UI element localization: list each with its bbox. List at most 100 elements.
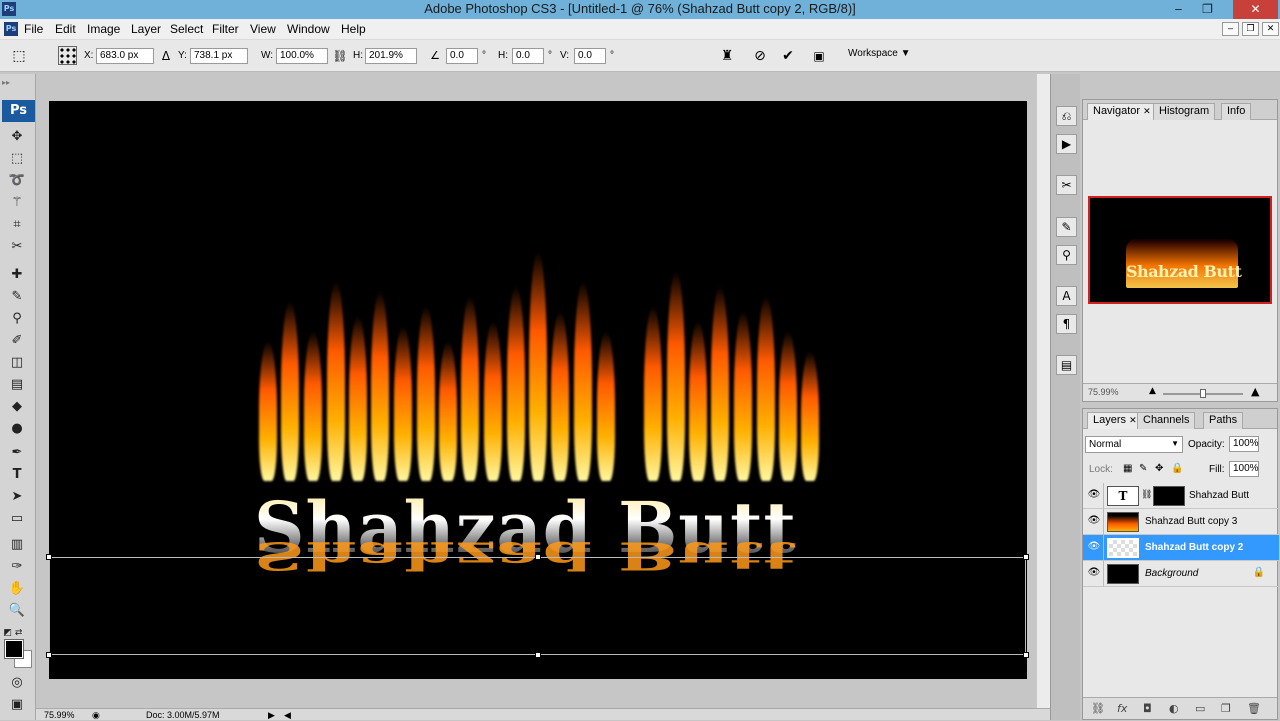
tab-info[interactable]: Info — [1221, 103, 1252, 120]
ps-logo[interactable]: Ps — [2, 100, 35, 122]
menu-file[interactable]: File — [24, 22, 43, 36]
close-icon[interactable]: ✕ — [1143, 106, 1151, 116]
link-layers-icon[interactable]: ⛓ — [1091, 702, 1105, 715]
zoom-tool-icon[interactable]: 🔍 — [6, 601, 28, 621]
new-layer-icon[interactable]: ❐ — [1221, 702, 1231, 715]
close-button[interactable]: ✕ — [1233, 0, 1278, 19]
maximize-button[interactable]: ❐ — [1194, 0, 1221, 19]
navigator-zoom-slider[interactable] — [1163, 389, 1243, 398]
menu-layer[interactable]: Layer — [131, 22, 161, 36]
menu-window[interactable]: Window — [287, 22, 330, 36]
foreground-color-swatch[interactable] — [4, 639, 24, 659]
eraser-tool-icon[interactable]: ◫ — [6, 353, 28, 373]
close-icon[interactable]: ✕ — [1129, 415, 1137, 425]
status-menu-arrow-icon[interactable]: ▶ — [268, 710, 275, 721]
transform-tool-icon[interactable]: ⬚ — [10, 47, 28, 65]
lock-all-icon[interactable]: 🔒 — [1171, 463, 1183, 474]
screen-mode-icon[interactable]: ▣ — [6, 695, 28, 715]
hand-tool-icon[interactable]: ✋ — [6, 579, 28, 599]
transform-handle[interactable] — [535, 554, 541, 560]
character-panel-icon[interactable]: A — [1056, 286, 1077, 306]
layer-comps-icon[interactable]: ▤ — [1056, 355, 1077, 375]
scroll-left-icon[interactable]: ◀ — [284, 710, 291, 721]
doc-restore-button[interactable]: ❐ — [1242, 22, 1259, 36]
tab-paths[interactable]: Paths — [1203, 412, 1244, 429]
add-mask-icon[interactable]: ◘ — [1143, 702, 1152, 715]
lock-transparent-icon[interactable]: ▦ — [1123, 463, 1132, 474]
menu-edit[interactable]: Edit — [55, 22, 76, 36]
cancel-transform-icon[interactable]: ⊘ — [751, 47, 769, 65]
blur-tool-icon[interactable]: ◆ — [6, 397, 28, 417]
lock-move-icon[interactable]: ✥ — [1155, 463, 1163, 474]
reference-point-grid[interactable] — [58, 46, 77, 65]
bridge-icon[interactable]: ▣ — [810, 47, 828, 65]
eyedropper-tool-icon[interactable]: ✑ — [6, 557, 28, 577]
zoom-in-icon[interactable]: ▲ — [1251, 385, 1259, 398]
menu-help[interactable]: Help — [341, 22, 366, 36]
tab-navigator[interactable]: Navigator ✕ — [1087, 103, 1157, 120]
workspace-menu[interactable]: Workspace ▼ — [848, 48, 911, 59]
trash-icon[interactable]: 🗑 — [1247, 702, 1261, 715]
zoom-slider-knob[interactable] — [1200, 389, 1206, 398]
path-selection-tool-icon[interactable]: ➤ — [6, 487, 28, 507]
tab-layers[interactable]: Layers ✕ — [1087, 412, 1143, 429]
clone-stamp-tool-icon[interactable]: ⚲ — [6, 309, 28, 329]
adjustment-layer-icon[interactable]: ◐ — [1169, 702, 1179, 715]
transform-handle[interactable] — [1023, 554, 1029, 560]
navigator-preview[interactable]: Shahzad Butt — [1088, 196, 1272, 304]
y-field[interactable]: 738.1 px — [190, 48, 248, 64]
brush-tool-icon[interactable]: ✎ — [6, 287, 28, 307]
tool-presets-icon[interactable]: ✂ — [1056, 175, 1077, 195]
move-tool-icon[interactable]: ✥ — [6, 127, 28, 147]
eye-icon[interactable]: 👁 — [1087, 567, 1101, 579]
menu-select[interactable]: Select — [170, 22, 203, 36]
transform-bounding-box[interactable] — [46, 554, 1029, 658]
brushes-panel-icon[interactable]: ✎ — [1056, 217, 1077, 237]
doc-minimize-button[interactable]: ‒ — [1222, 22, 1239, 36]
warp-icon[interactable]: ♜ — [718, 47, 736, 65]
clone-source-icon[interactable]: ⚲ — [1056, 245, 1077, 265]
fill-field[interactable]: 100% — [1229, 461, 1259, 477]
gradient-tool-icon[interactable]: ▤ — [6, 375, 28, 395]
healing-brush-tool-icon[interactable]: ✚ — [6, 265, 28, 285]
type-tool-icon[interactable]: T — [6, 465, 28, 485]
pen-tool-icon[interactable]: ✒ — [6, 443, 28, 463]
new-group-icon[interactable]: ▭ — [1195, 702, 1205, 715]
transform-handle[interactable] — [1023, 652, 1029, 658]
eye-icon[interactable]: 👁 — [1087, 515, 1101, 527]
layer-mask-thumbnail[interactable] — [1153, 486, 1185, 506]
layer-row-selected[interactable]: 👁 Shahzad Butt copy 2 — [1083, 535, 1279, 561]
crop-tool-icon[interactable]: ⌗ — [6, 215, 28, 235]
link-icon[interactable]: ⛓ — [331, 47, 349, 65]
lasso-tool-icon[interactable]: ➰ — [6, 171, 28, 191]
zoom-out-icon[interactable]: ▲ — [1149, 386, 1156, 396]
status-info-icon[interactable]: ◉ — [92, 710, 100, 721]
menu-view[interactable]: View — [250, 22, 276, 36]
hskew-field[interactable]: 0.0 — [512, 48, 544, 64]
document-icon[interactable]: Ps — [4, 22, 18, 36]
blend-mode-select[interactable]: Normal ▼ — [1085, 436, 1183, 453]
menu-filter[interactable]: Filter — [212, 22, 239, 36]
eye-icon[interactable]: 👁 — [1087, 489, 1101, 501]
layer-row[interactable]: 👁 T ⛓ Shahzad Butt — [1083, 483, 1279, 509]
rotate-field[interactable]: 0.0 — [446, 48, 478, 64]
transform-handle[interactable] — [46, 652, 52, 658]
transform-handle[interactable] — [46, 554, 52, 560]
layer-row[interactable]: 👁 Shahzad Butt copy 3 — [1083, 509, 1279, 535]
navigator-zoom-field[interactable]: 75.99% — [1088, 387, 1119, 397]
vskew-field[interactable]: 0.0 — [574, 48, 606, 64]
opacity-field[interactable]: 100% — [1229, 436, 1259, 452]
height-field[interactable]: 201.9% — [365, 48, 417, 64]
tab-channels[interactable]: Channels — [1137, 412, 1196, 429]
quick-mask-icon[interactable]: ◎ — [6, 673, 28, 693]
tab-histogram[interactable]: Histogram — [1153, 103, 1216, 120]
shape-tool-icon[interactable]: ▭ — [6, 509, 28, 529]
dodge-tool-icon[interactable]: ● — [6, 419, 28, 439]
transform-handle[interactable] — [535, 652, 541, 658]
minimize-button[interactable]: ‒ — [1165, 0, 1192, 19]
slice-tool-icon[interactable]: ✂ — [6, 237, 28, 257]
layer-row[interactable]: 👁 Background 🔒 — [1083, 561, 1279, 587]
eye-icon[interactable]: 👁 — [1087, 541, 1101, 553]
actions-panel-icon[interactable]: ▶ — [1056, 134, 1077, 154]
doc-close-button[interactable]: ✕ — [1262, 22, 1279, 36]
